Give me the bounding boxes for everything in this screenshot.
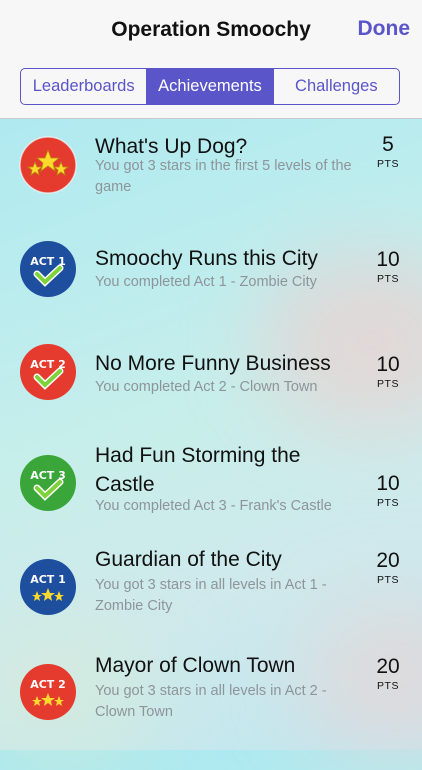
achievement-description: You completed Act 3 - Frank's Castle [95, 498, 332, 514]
points-unit: PTS [377, 378, 399, 390]
achievement-row[interactable]: ACT 1 Guardian of the City You got 3 sta… [0, 548, 422, 654]
achievement-row[interactable]: ACT 3 Had Fun Storming the Castle You co… [0, 441, 422, 549]
points-value: 10 [376, 353, 400, 376]
achievement-row[interactable]: ACT 2 Mayor of Clown Town You got 3 star… [0, 654, 422, 750]
act-1-stars-icon: ACT 1 [19, 558, 77, 616]
points-unit: PTS [377, 273, 399, 285]
achievement-row[interactable]: ACT 1 Smoochy Runs this City You complet… [0, 222, 422, 340]
navigation-bar: Operation Smoochy Done Leaderboards Achi… [0, 0, 422, 119]
points-value: 10 [376, 472, 400, 495]
tab-leaderboards[interactable]: Leaderboards [21, 69, 148, 104]
points-unit: PTS [377, 680, 399, 692]
badge-label: ACT 1 [30, 573, 66, 586]
points-badge: 20 PTS [368, 548, 408, 586]
achievement-title: Smoochy Runs this City [95, 247, 318, 270]
act-2-stars-icon: ACT 2 [19, 663, 77, 721]
points-badge: 10 PTS [368, 247, 408, 285]
points-unit: PTS [377, 497, 399, 509]
achievement-title: Mayor of Clown Town [95, 654, 296, 677]
three-stars-icon [19, 136, 77, 194]
points-value: 5 [382, 133, 394, 156]
tab-challenges[interactable]: Challenges [274, 69, 399, 104]
achievement-row[interactable]: ACT 2 No More Funny Business You complet… [0, 340, 422, 441]
achievement-title: Guardian of the City [95, 548, 282, 571]
achievement-row[interactable]: What's Up Dog? You got 3 stars in the fi… [0, 119, 422, 222]
achievement-title: No More Funny Business [95, 352, 331, 375]
points-unit: PTS [377, 574, 399, 586]
points-value: 20 [376, 655, 400, 678]
achievement-description: You got 3 stars in all levels in Act 1 -… [95, 577, 327, 614]
act-2-check-icon: ACT 2 [19, 343, 77, 401]
points-value: 10 [376, 248, 400, 271]
points-value: 20 [376, 549, 400, 572]
act-3-check-icon: ACT 3 [19, 454, 77, 512]
badge-label: ACT 2 [30, 678, 66, 691]
act-1-check-icon: ACT 1 [19, 240, 77, 298]
tab-achievements[interactable]: Achievements [147, 69, 274, 104]
achievement-description: You completed Act 1 - Zombie City [95, 274, 317, 290]
achievement-title: Had Fun Storming the Castle [95, 444, 301, 496]
achievement-description: You got 3 stars in the first 5 levels of… [95, 158, 352, 195]
achievement-description: You got 3 stars in all levels in Act 2 -… [95, 683, 327, 720]
points-badge: 5 PTS [368, 132, 408, 170]
done-button[interactable]: Done [358, 17, 411, 41]
segmented-control: Leaderboards Achievements Challenges [20, 68, 400, 105]
achievement-description: You completed Act 2 - Clown Town [95, 379, 318, 395]
points-badge: 10 PTS [368, 471, 408, 509]
points-unit: PTS [377, 158, 399, 170]
points-badge: 10 PTS [368, 352, 408, 390]
points-badge: 20 PTS [368, 654, 408, 692]
